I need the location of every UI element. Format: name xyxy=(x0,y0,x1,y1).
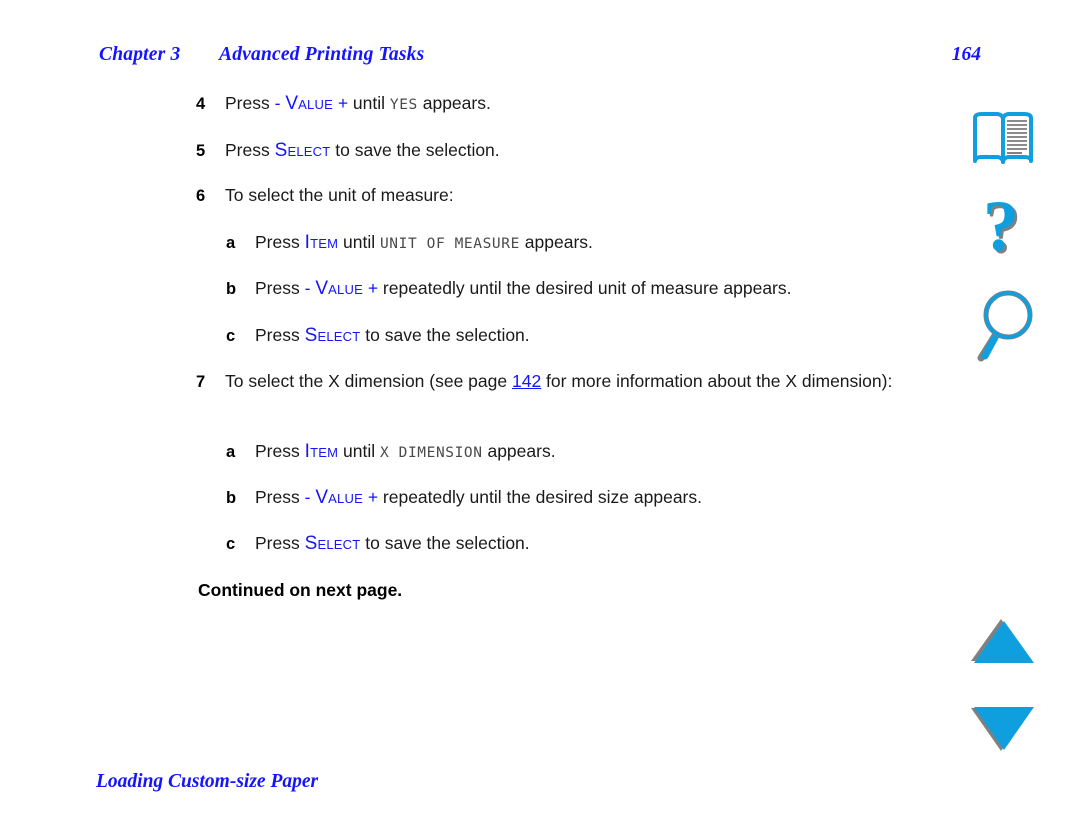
question-mark-icon[interactable]: ? ? xyxy=(972,192,1034,272)
page-cross-reference-link[interactable]: 142 xyxy=(512,371,541,391)
step-text-run: to save the selection. xyxy=(360,325,530,345)
step-marker: a xyxy=(226,234,236,252)
instruction-step: 7 To select the X dimension (see page 142… xyxy=(196,370,911,393)
step-marker: b xyxy=(226,280,237,298)
step-text-run: until xyxy=(338,232,380,252)
instruction-step: c Press Select to save the selection. xyxy=(226,532,926,555)
step-text-run: To select the unit of measure: xyxy=(225,185,454,205)
continued-note: Continued on next page. xyxy=(198,580,403,600)
step-text-run: Press xyxy=(255,487,305,507)
book-icon[interactable] xyxy=(970,112,1036,168)
step-text-run: Press xyxy=(255,232,305,252)
lcd-display-text: X DIMENSION xyxy=(379,445,483,461)
step-marker: 6 xyxy=(196,187,206,205)
control-panel-key-label: Select xyxy=(304,325,361,346)
step-marker: c xyxy=(226,535,236,553)
step-text: Press - Value + repeatedly until the des… xyxy=(255,277,926,300)
instruction-step: a Press Item until X DIMENSION appears. xyxy=(226,440,926,465)
instruction-step: b Press - Value + repeatedly until the de… xyxy=(226,277,926,300)
step-marker: 5 xyxy=(196,142,206,160)
step-text-run: repeatedly until the desired unit of mea… xyxy=(378,278,792,298)
step-text-run: Press xyxy=(255,533,305,553)
control-panel-key-label: Select xyxy=(304,533,361,554)
control-panel-key-label: Item xyxy=(304,441,339,462)
step-text: To select the unit of measure: xyxy=(225,184,911,207)
step-text-run: Press xyxy=(255,278,305,298)
step-marker: a xyxy=(226,443,236,461)
step-text-run: until xyxy=(348,93,390,113)
step-text-run: appears. xyxy=(417,93,491,113)
step-text: Press Select to save the selection. xyxy=(225,139,911,162)
magnifier-icon[interactable] xyxy=(972,288,1034,366)
lcd-display-text: UNIT OF MEASURE xyxy=(379,236,520,252)
step-marker: 4 xyxy=(196,95,206,113)
control-panel-key-label: Value xyxy=(285,93,333,114)
step-text-run: appears. xyxy=(519,232,593,252)
control-panel-key-label: Select xyxy=(274,140,331,161)
step-text-run: Press xyxy=(255,441,305,461)
step-text-run: until xyxy=(338,441,380,461)
step-text-run: Press xyxy=(225,140,275,160)
triangle-down-icon[interactable] xyxy=(970,706,1036,754)
navigation-icon-rail: ? ? xyxy=(960,0,1080,834)
instruction-step: c Press Select to save the selection. xyxy=(226,324,926,347)
instruction-step: b Press - Value + repeatedly until the de… xyxy=(226,486,926,509)
control-panel-key-label: Value xyxy=(315,487,363,508)
control-panel-key-sign: + xyxy=(332,93,349,113)
step-text-run: to save the selection. xyxy=(330,140,500,160)
step-text-run: Press xyxy=(255,325,305,345)
step-text-run: for more information about the X dimensi… xyxy=(541,371,893,391)
control-panel-key-sign: - xyxy=(274,93,286,113)
control-panel-key-label: Value xyxy=(315,278,363,299)
step-marker: 7 xyxy=(196,373,206,391)
control-panel-key-sign: - xyxy=(304,487,316,507)
control-panel-key-sign: + xyxy=(362,487,379,507)
triangle-up-icon[interactable] xyxy=(970,618,1036,664)
control-panel-key-label: Item xyxy=(304,232,339,253)
step-text: Press Item until X DIMENSION appears. xyxy=(255,440,926,465)
step-text: Press Select to save the selection. xyxy=(255,324,926,347)
step-text-run: appears. xyxy=(482,441,556,461)
instruction-step: 6 To select the unit of measure: xyxy=(196,184,911,207)
step-text-run: to save the selection. xyxy=(360,533,530,553)
step-text: Press Select to save the selection. xyxy=(255,532,926,555)
step-text: Press - Value + until YES appears. xyxy=(225,92,911,117)
step-marker: b xyxy=(226,489,237,507)
step-text: Press - Value + repeatedly until the des… xyxy=(255,486,926,509)
step-text: Press Item until UNIT OF MEASURE appears… xyxy=(255,231,926,256)
control-panel-key-sign: + xyxy=(362,278,379,298)
step-text-run: Press xyxy=(225,93,275,113)
step-text-run: To select the X dimension (see page xyxy=(225,371,512,391)
footer-section-title: Loading Custom-size Paper xyxy=(96,771,319,792)
instruction-step: a Press Item until UNIT OF MEASURE appear… xyxy=(226,231,926,256)
step-text-run: repeatedly until the desired size appear… xyxy=(378,487,702,507)
instruction-step-list: 4 Press - Value + until YES appears. 5 Pres… xyxy=(0,0,960,834)
instruction-step: 5 Press Select to save the selection. xyxy=(196,139,911,162)
step-text: To select the X dimension (see page 142 … xyxy=(225,370,911,393)
step-marker: c xyxy=(226,327,236,345)
control-panel-key-sign: - xyxy=(304,278,316,298)
svg-text:?: ? xyxy=(983,192,1019,266)
instruction-step: 4 Press - Value + until YES appears. xyxy=(196,92,911,117)
lcd-display-text: YES xyxy=(389,97,418,113)
